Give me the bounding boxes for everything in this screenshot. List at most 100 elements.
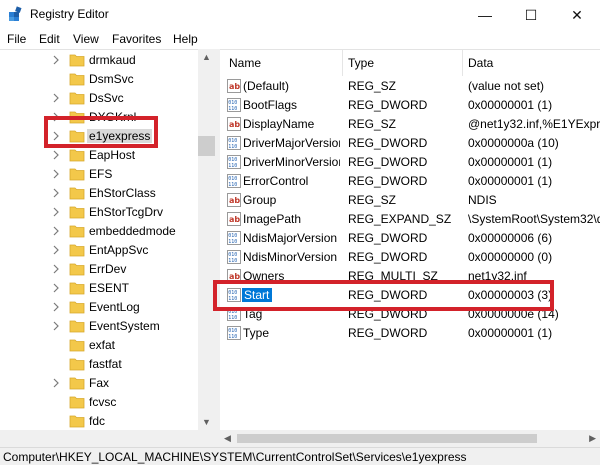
- column-name[interactable]: Name: [229, 56, 261, 70]
- tree-item[interactable]: exfat: [0, 336, 198, 355]
- value-row[interactable]: 010 110 BootFlags REG_DWORD 0x00000001 (1): [220, 96, 600, 115]
- tree-item[interactable]: EventLog: [0, 298, 198, 317]
- tree-item-label: EntAppSvc: [89, 243, 149, 257]
- window-title: Registry Editor: [30, 7, 109, 21]
- value-data: (value not set): [468, 79, 545, 93]
- scroll-right-icon[interactable]: ▶: [589, 433, 596, 444]
- value-name: DriverMinorVersion: [243, 155, 340, 169]
- value-row[interactable]: ab DisplayName REG_SZ @net1y32.inf,%E1YExpr…: [220, 115, 600, 134]
- chevron-right-icon[interactable]: [52, 378, 60, 388]
- folder-icon: [69, 225, 85, 238]
- tree-item-label: exfat: [89, 338, 116, 352]
- tree-item-label: fastfat: [89, 357, 122, 371]
- chevron-right-icon[interactable]: [52, 207, 60, 217]
- chevron-right-icon[interactable]: [52, 150, 60, 160]
- column-divider[interactable]: [462, 50, 463, 76]
- tree-item[interactable]: EhStorTcgDrv: [0, 203, 198, 222]
- column-divider[interactable]: [342, 50, 343, 76]
- chevron-right-icon[interactable]: [52, 321, 60, 331]
- tree-item-label: ErrDev: [89, 262, 127, 276]
- tree-item-label: DsSvc: [89, 91, 124, 105]
- chevron-right-icon[interactable]: [52, 264, 60, 274]
- menu-file[interactable]: File: [7, 32, 26, 46]
- folder-icon: [69, 358, 85, 371]
- value-name: ErrorControl: [243, 174, 309, 188]
- tree-item[interactable]: ESENT: [0, 279, 198, 298]
- tree-item[interactable]: fcvsc: [0, 393, 198, 412]
- scrollbar-thumb[interactable]: [198, 136, 215, 156]
- folder-icon: [69, 282, 85, 295]
- chevron-right-icon[interactable]: [52, 169, 60, 179]
- chevron-right-icon[interactable]: [52, 226, 60, 236]
- folder-icon: [69, 92, 85, 105]
- tree-item-label: EventLog: [89, 300, 140, 314]
- value-row[interactable]: ab (Default) REG_SZ (value not set): [220, 77, 600, 96]
- chevron-right-icon[interactable]: [52, 55, 60, 65]
- svg-text:ab: ab: [229, 82, 240, 91]
- value-row[interactable]: ab ImagePath REG_EXPAND_SZ \SystemRoot\Syst…: [220, 210, 600, 229]
- binary-value-icon: 010110: [227, 231, 241, 245]
- chevron-right-icon[interactable]: [52, 93, 60, 103]
- value-data: 0x00000001 (1): [468, 326, 553, 340]
- menu-favorites[interactable]: Favorites: [112, 32, 161, 46]
- binary-value-icon: 010110: [227, 136, 241, 150]
- column-type[interactable]: Type: [348, 56, 374, 70]
- tree-item[interactable]: embeddedmode: [0, 222, 198, 241]
- svg-text:110: 110: [228, 258, 237, 264]
- key-tree[interactable]: drmkaud DsmSvc DsSvc DXGKrnl e1yexpress EapHo…: [0, 49, 214, 447]
- tree-item[interactable]: fastfat: [0, 355, 198, 374]
- tree-item[interactable]: EhStorClass: [0, 184, 198, 203]
- value-name: DisplayName: [243, 117, 315, 131]
- menu-edit[interactable]: Edit: [39, 32, 60, 46]
- list-horizontal-scrollbar[interactable]: ◀ ▶: [220, 430, 600, 447]
- column-data[interactable]: Data: [468, 56, 493, 70]
- value-type: REG_DWORD: [348, 98, 428, 112]
- scroll-up-icon[interactable]: ▲: [202, 52, 211, 62]
- tree-vertical-scrollbar[interactable]: ▲ ▼: [198, 49, 215, 430]
- value-type: REG_DWORD: [348, 136, 428, 150]
- tree-item-label: ESENT: [89, 281, 130, 295]
- value-row[interactable]: 010 110 Type REG_DWORD 0x00000001 (1): [220, 324, 600, 343]
- value-row[interactable]: 010 110 ErrorControl REG_DWORD 0x00000001 (1…: [220, 172, 600, 191]
- tree-item[interactable]: DsmSvc: [0, 70, 198, 89]
- highlight-box-value: [213, 280, 554, 311]
- value-row[interactable]: 010 110 DriverMinorVersion REG_DWORD 0x00000…: [220, 153, 600, 172]
- value-row[interactable]: 010 110 DriverMajorVersion REG_DWORD 0x00000…: [220, 134, 600, 153]
- chevron-right-icon[interactable]: [52, 302, 60, 312]
- value-type: REG_SZ: [348, 117, 397, 131]
- value-data: 0x00000000 (0): [468, 250, 553, 264]
- menu-view[interactable]: View: [73, 32, 99, 46]
- minimize-button[interactable]: —: [462, 0, 508, 30]
- chevron-right-icon[interactable]: [52, 245, 60, 255]
- scroll-down-icon[interactable]: ▼: [202, 417, 211, 427]
- value-data: 0x0000000a (10): [468, 136, 559, 150]
- svg-text:110: 110: [228, 182, 237, 188]
- menu-bar: File Edit View Favorites Help: [0, 30, 600, 49]
- close-button[interactable]: ✕: [554, 0, 600, 30]
- chevron-right-icon[interactable]: [52, 283, 60, 293]
- value-row[interactable]: ab Group REG_SZ NDIS: [220, 191, 600, 210]
- tree-item[interactable]: DsSvc: [0, 89, 198, 108]
- folder-icon: [69, 301, 85, 314]
- tree-item[interactable]: EapHost: [0, 146, 198, 165]
- tree-item[interactable]: fdc: [0, 412, 198, 431]
- tree-item-label: DsmSvc: [89, 72, 134, 86]
- value-type: REG_EXPAND_SZ: [348, 212, 452, 226]
- value-row[interactable]: 010 110 NdisMajorVersion REG_DWORD 0x0000000…: [220, 229, 600, 248]
- scrollbar-thumb[interactable]: [237, 434, 537, 443]
- tree-item[interactable]: EFS: [0, 165, 198, 184]
- value-row[interactable]: 010 110 NdisMinorVersion REG_DWORD 0x0000000…: [220, 248, 600, 267]
- menu-help[interactable]: Help: [173, 32, 198, 46]
- scroll-left-icon[interactable]: ◀: [224, 433, 231, 444]
- value-name: DriverMajorVersion: [243, 136, 340, 150]
- close-icon: ✕: [571, 6, 583, 23]
- tree-item[interactable]: ErrDev: [0, 260, 198, 279]
- tree-item-label: EhStorClass: [89, 186, 156, 200]
- tree-item[interactable]: Fax: [0, 374, 198, 393]
- tree-item[interactable]: EntAppSvc: [0, 241, 198, 260]
- tree-item[interactable]: drmkaud: [0, 51, 198, 70]
- tree-item[interactable]: EventSystem: [0, 317, 198, 336]
- chevron-right-icon[interactable]: [52, 188, 60, 198]
- maximize-button[interactable]: ☐: [508, 0, 554, 30]
- values-list[interactable]: Name Type Data ab (Default) REG_SZ (value n…: [220, 49, 600, 430]
